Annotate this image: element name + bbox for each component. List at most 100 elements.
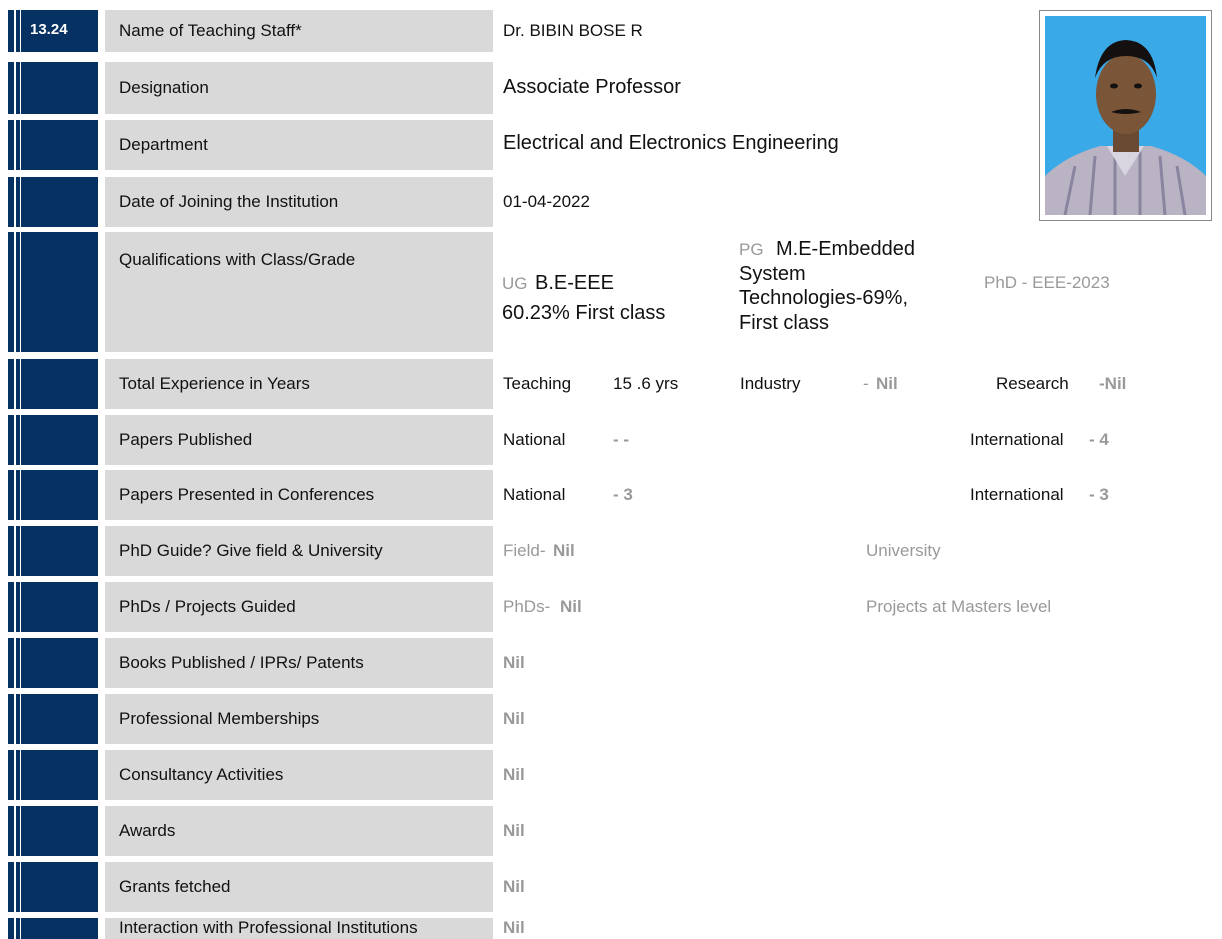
label-name: Name of Teaching Staff*: [119, 21, 302, 40]
label-phd-guide: PhD Guide? Give field & University: [119, 541, 383, 560]
value-grants: Nil: [503, 877, 525, 896]
pub-international-label: International: [970, 430, 1064, 449]
label-cell: Grants fetched: [105, 862, 493, 912]
pub-national-value: - -: [613, 430, 630, 449]
label-cell: Designation: [105, 62, 493, 114]
label-papers-published: Papers Published: [119, 430, 253, 449]
label-cell: Qualifications with Class/Grade: [105, 232, 493, 352]
label-consultancy: Consultancy Activities: [119, 765, 284, 784]
row-awards: Awards Nil: [8, 806, 1214, 856]
label-books: Books Published / IPRs/ Patents: [119, 653, 364, 672]
row-marker: [8, 806, 98, 856]
row-marker: [8, 120, 98, 170]
row-grants: Grants fetched Nil: [8, 862, 1214, 912]
label-memberships: Professional Memberships: [119, 709, 320, 728]
label-experience: Total Experience in Years: [119, 374, 310, 393]
teaching-value: 15 .6 yrs: [613, 374, 679, 393]
label-cell: Interaction with Professional Institutio…: [105, 918, 493, 939]
ug-degree: B.E-EEE: [535, 272, 614, 294]
label-cell: Department: [105, 120, 493, 170]
conf-international-label: International: [970, 485, 1064, 504]
row-marker: [8, 62, 98, 114]
row-marker: [8, 415, 98, 465]
row-marker: [8, 359, 98, 409]
pg-line-3: Technologies-69%,: [739, 287, 908, 309]
value-consultancy: Nil: [503, 765, 525, 784]
row-experience: Total Experience in Years Teaching 15 .6…: [8, 359, 1214, 409]
value-memberships: Nil: [503, 709, 525, 728]
staff-photo: [1039, 10, 1212, 221]
value-books: Nil: [503, 653, 525, 672]
row-marker: 13.24: [8, 10, 98, 52]
row-marker: [8, 232, 98, 352]
pg-line-1: M.E-Embedded: [776, 238, 915, 260]
row-marker: [8, 862, 98, 912]
row-marker: [8, 177, 98, 227]
value-interaction: Nil: [503, 918, 525, 937]
industry-dash: -: [863, 374, 869, 393]
row-phd-guide: PhD Guide? Give field & University Field…: [8, 526, 1214, 576]
conf-national-value: - 3: [613, 485, 633, 504]
row-name: 13.24 Name of Teaching Staff* Dr. BIBIN …: [8, 10, 1214, 52]
row-marker: [8, 750, 98, 800]
label-cell: Books Published / IPRs/ Patents: [105, 638, 493, 688]
row-marker: [8, 582, 98, 632]
phds-value: Nil: [560, 597, 582, 616]
conf-international-value: - 3: [1089, 485, 1109, 504]
label-cell: PhD Guide? Give field & University: [105, 526, 493, 576]
row-qualifications: Qualifications with Class/Grade UG B.E-E…: [8, 232, 1214, 352]
research-value: -Nil: [1099, 374, 1127, 393]
row-consultancy: Consultancy Activities Nil: [8, 750, 1214, 800]
row-marker: [8, 470, 98, 520]
value-department: Electrical and Electronics Engineering: [503, 132, 839, 154]
value-designation: Associate Professor: [503, 76, 681, 98]
industry-label: Industry: [740, 374, 801, 393]
teaching-label: Teaching: [503, 374, 572, 393]
label-cell: Papers Presented in Conferences: [105, 470, 493, 520]
ug-grade: 60.23% First class: [502, 302, 666, 324]
label-cell: Total Experience in Years: [105, 359, 493, 409]
row-books: Books Published / IPRs/ Patents Nil: [8, 638, 1214, 688]
industry-value: Nil: [876, 374, 898, 393]
label-joining: Date of Joining the Institution: [119, 192, 339, 211]
conf-national-label: National: [503, 485, 566, 504]
label-cell: Consultancy Activities: [105, 750, 493, 800]
label-guided: PhDs / Projects Guided: [119, 597, 296, 616]
row-marker: [8, 638, 98, 688]
row-memberships: Professional Memberships Nil: [8, 694, 1214, 744]
label-papers-presented: Papers Presented in Conferences: [119, 485, 375, 504]
row-interaction: Interaction with Professional Institutio…: [8, 918, 1214, 939]
label-grants: Grants fetched: [119, 877, 231, 896]
label-cell: Date of Joining the Institution: [105, 177, 493, 227]
label-cell: Papers Published: [105, 415, 493, 465]
row-department: Department Electrical and Electronics En…: [8, 120, 1214, 170]
row-papers-published: Papers Published National - - Internatio…: [8, 415, 1214, 465]
research-label: Research: [996, 374, 1069, 393]
pg-line-4: First class: [739, 312, 829, 334]
row-marker: [8, 694, 98, 744]
pg-prefix: PG: [739, 240, 764, 259]
label-cell: Name of Teaching Staff*: [105, 10, 493, 52]
label-designation: Designation: [119, 78, 209, 97]
value-joining: 01-04-2022: [503, 192, 590, 211]
phd-qualification: PhD - EEE-2023: [984, 273, 1110, 292]
section-number: 13.24: [30, 21, 68, 38]
university-label: University: [866, 541, 941, 560]
ug-prefix: UG: [502, 274, 528, 293]
row-designation: Designation Associate Professor: [8, 62, 1214, 114]
pg-line-2: System: [739, 263, 806, 285]
projects-label: Projects at Masters level: [866, 597, 1052, 616]
label-cell: Awards: [105, 806, 493, 856]
field-label: Field-: [503, 541, 546, 560]
value-awards: Nil: [503, 821, 525, 840]
label-cell: Professional Memberships: [105, 694, 493, 744]
row-marker: [8, 918, 98, 939]
label-interaction: Interaction with Professional Institutio…: [119, 918, 418, 937]
row-guided: PhDs / Projects Guided PhDs- Nil Project…: [8, 582, 1214, 632]
pub-international-value: - 4: [1089, 430, 1109, 449]
value-name: Dr. BIBIN BOSE R: [503, 21, 643, 40]
label-qualifications: Qualifications with Class/Grade: [119, 250, 356, 269]
pub-national-label: National: [503, 430, 566, 449]
row-joining: Date of Joining the Institution 01-04-20…: [8, 177, 1214, 227]
phds-label: PhDs-: [503, 597, 551, 616]
